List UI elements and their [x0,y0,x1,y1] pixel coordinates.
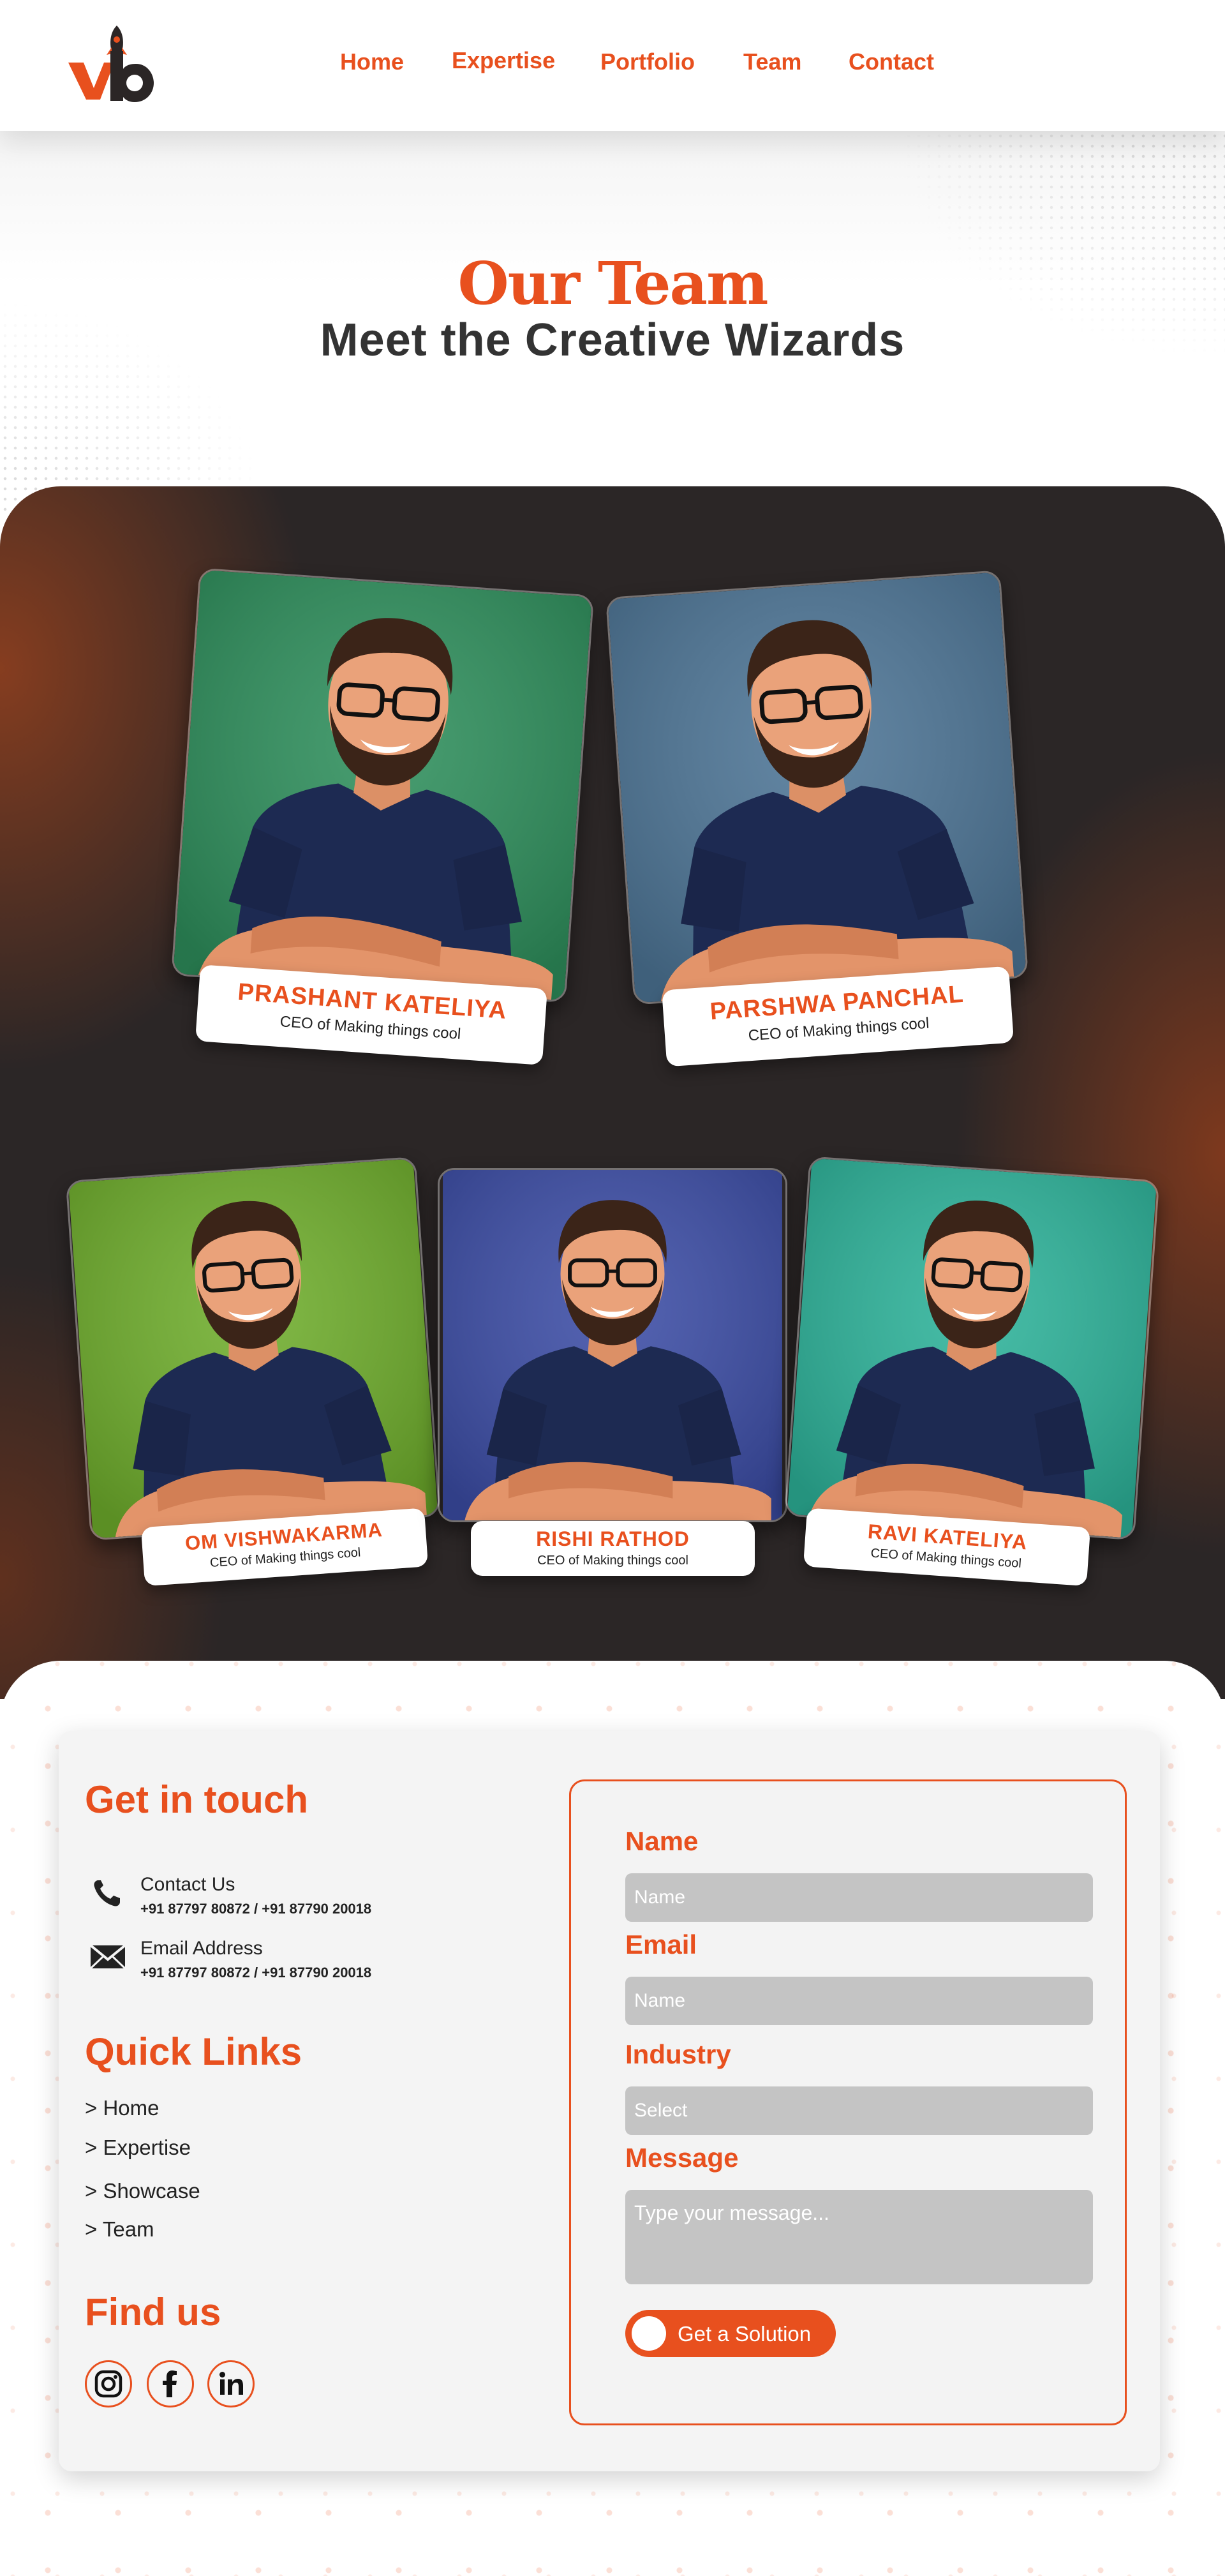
person-portrait-image [607,572,1027,1003]
site-logo[interactable] [67,24,156,104]
nav-team-link[interactable]: Team [743,49,801,75]
message-textarea[interactable] [625,2190,1093,2284]
name-label: Name [625,1826,699,1856]
top-navbar: Home Expertise Portfolio Team Contact [0,0,1225,131]
member-photo [65,1156,441,1541]
member-role: CEO of Making things cool [537,1554,688,1568]
get-solution-button[interactable]: Get a Solution [625,2310,836,2357]
person-portrait-image [173,569,592,1001]
person-portrait-image [443,1170,782,1520]
quick-links-heading: Quick Links [85,2030,302,2073]
instagram-icon[interactable] [85,2360,132,2408]
team-member-card: PRASHANT KATELIYA CEO of Making things c… [165,567,626,1088]
email-label: Email [625,1929,697,1959]
facebook-icon[interactable] [147,2360,194,2408]
team-member-card: OM VISHWAKARMA CEO of Making things cool [65,1156,452,1601]
button-knob-decoration [632,2316,666,2351]
submit-label: Get a Solution [678,2322,812,2346]
team-member-card: RAVI KATELIYA CEO of Making things cool [780,1156,1166,1601]
email-label: Email Address [140,1938,263,1959]
mail-icon [89,1944,126,1970]
contact-form: Name Email Industry Select Message Get a… [569,1779,1127,2425]
page-subtitle: Meet the Creative Wizards [320,315,905,366]
get-in-touch-heading: Get in touch [85,1778,308,1821]
person-portrait-image [787,1158,1157,1538]
member-photo [784,1156,1160,1541]
member-photo [605,570,1029,1005]
nav-contact-link[interactable]: Contact [849,49,934,75]
nav-home-link[interactable]: Home [340,49,404,75]
member-name-tag: RISHI RATHOD CEO of Making things cool [471,1521,755,1576]
phone-label: Contact Us [140,1874,235,1895]
quick-link-expertise[interactable]: > Expertise [85,2136,191,2160]
email-value[interactable]: +91 87797 80872 / +91 87790 20018 [140,1965,371,1981]
phone-number[interactable]: +91 87797 80872 / +91 87790 20018 [140,1901,371,1917]
team-member-card: RISHI RATHOD CEO of Making things cool [438,1168,789,1589]
find-us-heading: Find us [85,2291,221,2333]
quick-link-team[interactable]: > Team [85,2217,154,2242]
nav-portfolio-link[interactable]: Portfolio [600,49,695,75]
email-input[interactable] [625,1977,1093,2025]
person-portrait-image [68,1158,438,1539]
page-title: Our Team [457,249,769,318]
message-label: Message [625,2143,739,2173]
quick-link-home[interactable]: > Home [85,2096,159,2120]
phone-icon [94,1880,120,1906]
industry-selected-value: Select [634,2100,688,2121]
member-photo [438,1168,787,1522]
member-name: RISHI RATHOD [536,1527,690,1550]
member-photo [171,567,595,1003]
name-input[interactable] [625,1873,1093,1922]
industry-label: Industry [625,2039,731,2069]
nav-expertise-link[interactable]: Expertise [452,47,555,74]
quick-link-showcase[interactable]: > Showcase [85,2179,200,2203]
industry-select[interactable]: Select [625,2086,1093,2135]
team-member-card: PARSHWA PANCHAL CEO of Making things coo… [605,568,1066,1088]
linkedin-icon[interactable] [207,2360,255,2408]
